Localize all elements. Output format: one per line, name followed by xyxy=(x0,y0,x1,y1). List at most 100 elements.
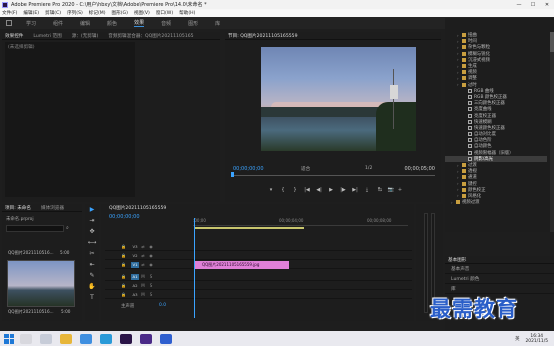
timeline-clip[interactable]: QQ图片20211105165559.jpg xyxy=(194,261,289,269)
program-scrub-bar[interactable] xyxy=(231,175,435,176)
lock-icon[interactable]: 🔒 xyxy=(121,292,127,297)
tab-effect-controls[interactable]: 效果控件 xyxy=(5,33,23,39)
menu-sequence[interactable]: 序列(S) xyxy=(67,10,83,16)
workspace-audio[interactable]: 音频 xyxy=(161,20,171,27)
button-editor-icon[interactable]: + xyxy=(395,187,405,193)
safe-margins-button[interactable]: ⬚ xyxy=(385,187,395,193)
essential-sound-row[interactable]: 基本声音 xyxy=(445,264,554,274)
tab-project[interactable]: 项目: 未命名 xyxy=(5,205,31,211)
lock-icon[interactable]: 🔒 xyxy=(121,283,127,288)
program-current-timecode[interactable]: 00;00;00;00 xyxy=(233,166,264,172)
menu-window[interactable]: 窗口(W) xyxy=(156,10,173,16)
mute-icon[interactable]: M xyxy=(139,274,147,279)
workspace-effects[interactable]: 效果 xyxy=(134,19,145,27)
tab-source[interactable]: 源：(无剪辑) xyxy=(72,33,99,39)
scroll-thumb[interactable] xyxy=(550,32,554,52)
workspace-graphics[interactable]: 图形 xyxy=(188,20,198,27)
step-forward-button[interactable]: |▶ xyxy=(337,187,349,193)
hand-tool-icon[interactable]: ✋ xyxy=(85,281,99,292)
search-taskbar-icon[interactable] xyxy=(20,333,32,344)
fit-select[interactable]: 适合 xyxy=(301,166,310,172)
language-indicator[interactable]: 英 xyxy=(515,336,519,342)
clip-thumbnail[interactable] xyxy=(7,260,75,307)
search-icon[interactable]: ⌕ xyxy=(66,225,69,231)
menu-file[interactable]: 文件(F) xyxy=(2,10,17,16)
timeline-playhead[interactable] xyxy=(194,218,195,318)
tab-media-browser[interactable]: 媒体浏览器 xyxy=(41,205,64,211)
resolution-select[interactable]: 1/2 xyxy=(365,166,372,171)
pen-tool-icon[interactable]: ✎ xyxy=(85,270,99,281)
ripple-edit-tool-icon[interactable]: ✥ xyxy=(85,226,99,237)
effects-folder[interactable]: › 视频过渡 xyxy=(445,199,547,206)
essential-graphics-header[interactable]: 基本图形 xyxy=(445,256,554,264)
minimize-button[interactable]: — xyxy=(512,2,526,8)
menu-view[interactable]: 视图(V) xyxy=(134,10,150,16)
type-tool-icon[interactable]: T xyxy=(85,292,99,303)
eye-icon[interactable]: ◉ xyxy=(147,253,155,258)
premiere-taskbar-icon[interactable] xyxy=(120,333,132,344)
list-clip-name[interactable]: QQ图片2021110516... xyxy=(8,250,54,256)
workspace-learn[interactable]: 学习 xyxy=(26,20,36,27)
home-icon[interactable] xyxy=(6,20,12,26)
add-marker-button[interactable]: ▾ xyxy=(265,187,277,193)
selection-tool-icon[interactable]: ▶ xyxy=(85,204,99,215)
mute-icon[interactable]: M xyxy=(139,292,147,297)
workspace-editing[interactable]: 编辑 xyxy=(80,20,90,27)
track-name[interactable]: A3 xyxy=(131,292,139,298)
razor-tool-icon[interactable]: ✂ xyxy=(85,248,99,259)
go-to-out-button[interactable]: ▶| xyxy=(349,187,361,193)
workspace-assembly[interactable]: 组件 xyxy=(53,20,63,27)
tab-lumetri-scopes[interactable]: Lumetri 范围 xyxy=(33,33,61,39)
eye-icon[interactable]: ◉ xyxy=(147,262,155,267)
task-view-icon[interactable] xyxy=(40,333,52,344)
maximize-button[interactable]: ☐ xyxy=(526,2,540,8)
solo-icon[interactable]: S xyxy=(147,274,155,279)
lock-icon[interactable]: 🔒 xyxy=(121,274,127,279)
mark-in-button[interactable]: { xyxy=(277,187,289,193)
lock-icon[interactable]: 🔒 xyxy=(121,253,127,258)
play-button[interactable]: ▶ xyxy=(325,187,337,193)
program-playhead[interactable] xyxy=(231,172,234,177)
sync-icon[interactable]: ⇄ xyxy=(139,244,147,249)
track-name[interactable]: A2 xyxy=(131,283,139,289)
project-search-input[interactable] xyxy=(6,225,64,232)
work-area-bar[interactable] xyxy=(194,227,304,229)
comparison-view-button[interactable]: ⇆ xyxy=(375,187,385,193)
tab-program[interactable]: 节目: QQ图片20211105165559 xyxy=(228,33,298,39)
track-name[interactable]: V3 xyxy=(131,244,139,250)
menu-help[interactable]: 帮助(H) xyxy=(179,10,195,16)
menu-clip[interactable]: 剪辑(C) xyxy=(45,10,61,16)
word-icon[interactable] xyxy=(160,333,172,344)
video-preview[interactable] xyxy=(261,47,416,151)
file-explorer-icon[interactable] xyxy=(60,333,72,344)
rate-stretch-tool-icon[interactable]: ⟷ xyxy=(85,237,99,248)
master-volume-value[interactable]: 0.0 xyxy=(159,303,166,308)
solo-icon[interactable]: S xyxy=(147,283,155,288)
menu-markers[interactable]: 标记(M) xyxy=(89,10,106,16)
clock[interactable]: 16:34 2021/11/5 xyxy=(525,334,548,344)
app-icon[interactable] xyxy=(140,333,152,344)
effects-scrollbar[interactable] xyxy=(550,32,554,232)
slip-tool-icon[interactable]: ⇤ xyxy=(85,259,99,270)
sync-icon[interactable]: ⇄ xyxy=(139,262,147,267)
tab-audio-clip-mixer[interactable]: 音频剪辑混合器：QQ图片20211105165 xyxy=(108,33,193,39)
track-name[interactable]: V2 xyxy=(131,253,139,259)
eye-icon[interactable]: ◉ xyxy=(147,244,155,249)
edge-browser-icon[interactable] xyxy=(80,333,92,344)
workspace-color[interactable]: 颜色 xyxy=(107,20,117,27)
sync-icon[interactable]: ⇄ xyxy=(139,253,147,258)
time-ruler[interactable]: :00;00 00;00;04;00 00;00;08;00 xyxy=(193,218,408,226)
timeline-timecode[interactable]: 00;00;00;00 xyxy=(109,214,140,220)
timeline-sequence-tab[interactable]: QQ图片20211105165559 xyxy=(109,205,166,211)
mute-icon[interactable]: M xyxy=(139,283,147,288)
workspace-libraries[interactable]: 库 xyxy=(215,20,220,27)
lift-button[interactable]: ⤓ xyxy=(361,187,373,193)
browser-icon[interactable] xyxy=(100,333,112,344)
lumetri-color-row[interactable]: Lumetri 颜色 xyxy=(445,274,554,284)
track-name[interactable]: A1 xyxy=(131,273,139,280)
mark-out-button[interactable]: } xyxy=(289,187,301,193)
menu-graphics[interactable]: 图形(G) xyxy=(112,10,128,16)
go-to-in-button[interactable]: |◀ xyxy=(301,187,313,193)
start-icon[interactable] xyxy=(4,333,14,344)
track-name[interactable]: V1 xyxy=(131,261,139,268)
